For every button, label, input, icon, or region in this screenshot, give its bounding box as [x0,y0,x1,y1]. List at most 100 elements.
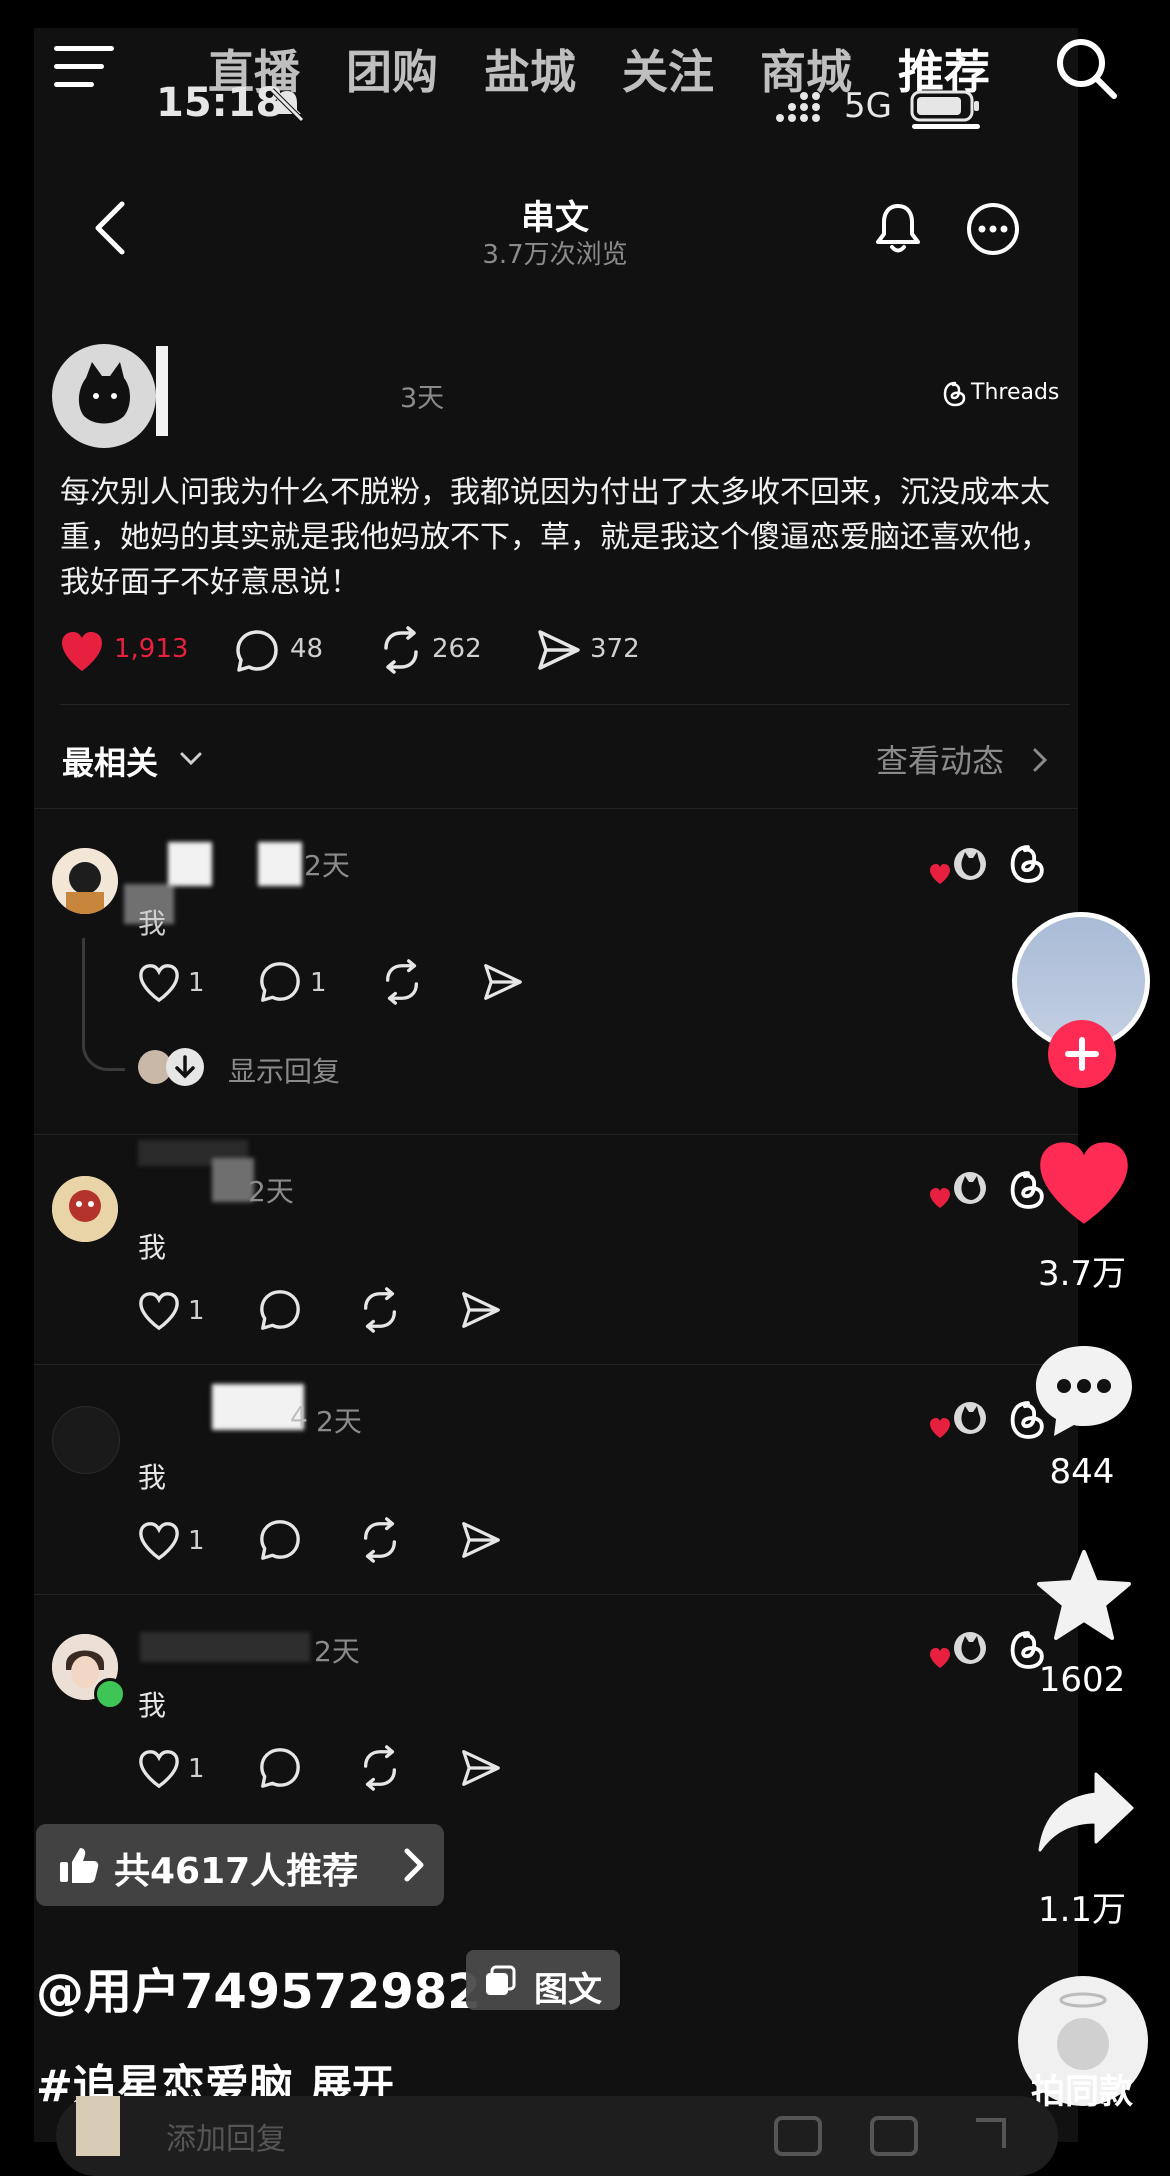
comment-like-count: 1 [188,968,205,998]
divider [34,1134,1078,1135]
reply-icon[interactable] [258,1288,302,1332]
share-icon[interactable] [460,1520,502,1560]
reply-icon[interactable] [258,1746,302,1790]
plus-icon [1065,1037,1099,1071]
post-share-count: 372 [590,634,640,664]
post-type-badge: 图文 [466,1950,620,2010]
share-arrow-icon[interactable] [1036,1768,1136,1856]
comment-like-count: 1 [188,1526,205,1556]
commenter-name-suffix: 4 [290,1400,308,1433]
commenter-avatar[interactable] [52,1406,120,1474]
repost-icon[interactable] [358,1744,402,1792]
chevron-right-icon [404,1848,424,1882]
favorite-count: 1602 [1038,1660,1126,1700]
share-icon[interactable] [482,962,524,1002]
commenter-avatar-image [52,1176,118,1242]
mute-bell-icon [270,88,304,122]
follow-button[interactable] [1048,1020,1116,1088]
chevron-down-icon[interactable] [178,746,204,772]
share-icon[interactable] [460,1748,502,1788]
bell-icon[interactable] [872,200,924,256]
heart-outline-icon[interactable] [136,1520,182,1562]
more-options-icon[interactable] [966,202,1020,256]
recommend-count: 共4617人推荐 [114,1851,359,1892]
post-time: 3天 [400,383,445,414]
threads-logo-icon [1010,845,1044,883]
comment-text: 我 [138,1461,167,1494]
commenter-avatar-image [52,848,118,914]
chevron-right-icon[interactable] [1030,746,1050,774]
comment-like-count: 1 [188,1754,205,1784]
repost-icon[interactable] [358,1516,402,1564]
sort-selector[interactable]: 最相关 [62,738,158,784]
divider [34,1364,1078,1365]
commenter-name-redacted [258,842,302,886]
arrow-down-icon [175,1055,195,1079]
tab-group-buy[interactable]: 团购 [346,36,438,102]
liked-by-author-icon [930,1632,986,1668]
commenter-name-redacted [140,1632,310,1662]
heart-outline-icon[interactable] [136,1290,182,1332]
liked-heart-icon[interactable] [58,629,106,673]
search-icon[interactable] [1054,36,1120,102]
reply-icon[interactable] [258,1518,302,1562]
online-status-dot [94,1678,126,1710]
liked-by-author-icon [930,1172,986,1208]
repost-icon[interactable] [380,958,424,1006]
tab-following[interactable]: 关注 [622,36,714,102]
commenter-avatar[interactable] [52,1176,118,1242]
post-comment-count: 48 [290,634,324,664]
repost-icon[interactable] [358,1286,402,1334]
tab-city[interactable]: 盐城 [484,36,576,102]
creator-username[interactable]: @用户749572982 [36,1952,481,2022]
like-count: 3.7万 [1037,1254,1127,1294]
author-name-redacted [156,346,168,436]
reply-avatar-thumb [76,2096,120,2156]
network-label: 5G [844,86,892,126]
comment-like-count: 1 [188,1296,205,1326]
divider [60,704,1070,705]
liked-by-author-icon [930,848,986,884]
show-replies-link[interactable]: 显示回复 [228,1050,340,1090]
image-attach-icon[interactable] [774,2116,822,2156]
threads-logo-icon [943,381,966,407]
commenter-name-redacted [168,842,212,886]
reply-bar[interactable]: 添加回复 [56,2096,1058,2176]
page-title: 串文 [521,198,589,238]
view-activity-link[interactable]: 查看动态 [876,736,1004,782]
heart-outline-icon[interactable] [136,1748,182,1790]
author-avatar[interactable] [52,344,156,448]
like-heart-icon[interactable] [1034,1136,1134,1228]
recommend-chip[interactable]: 共4617人推荐 [36,1824,444,1906]
thread-line [82,938,125,1071]
comment-time: 2天 [304,849,350,882]
expand-replies-icon[interactable] [166,1048,204,1086]
post-source: Threads [971,380,1060,405]
commenter-avatar[interactable] [52,848,118,914]
comment-text: 我 [138,1689,167,1722]
comment-count: 844 [1049,1452,1115,1492]
comment-text: 我 [138,907,167,940]
reply-input-placeholder[interactable]: 添加回复 [166,2114,286,2158]
repost-icon[interactable] [378,626,424,674]
reply-icon[interactable] [258,960,302,1004]
favorite-star-icon[interactable] [1034,1548,1134,1644]
divider [34,808,1078,809]
hamburger-icon[interactable] [54,42,116,92]
cat-avatar-image [78,362,130,424]
liked-by-author-icon [930,1402,986,1438]
comment-time: 2天 [316,1405,362,1438]
comment-icon[interactable] [234,628,280,674]
image-stack-icon [486,1965,516,1995]
battery-icon [910,90,979,122]
thumbs-up-icon [60,1848,99,1883]
divider [34,1594,1078,1595]
signal-icon [776,92,820,122]
expand-arrow-icon[interactable] [976,2118,1006,2148]
share-count: 1.1万 [1037,1890,1127,1930]
heart-outline-icon[interactable] [136,962,182,1004]
comments-icon[interactable] [1032,1342,1136,1438]
share-icon[interactable] [460,1290,502,1330]
gif-icon[interactable] [870,2116,918,2156]
share-icon[interactable] [536,628,582,672]
